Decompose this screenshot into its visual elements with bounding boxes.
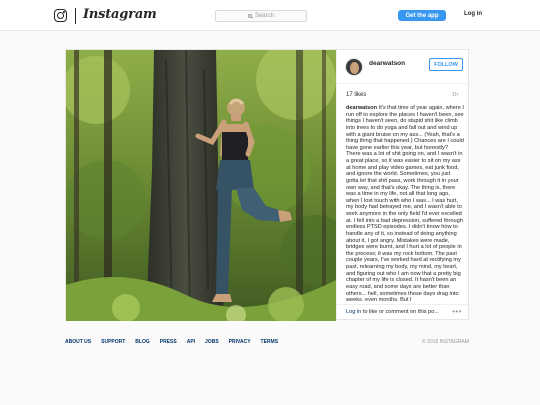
post-caption: dearwatson It's that time of year again,… xyxy=(346,105,464,301)
post-username[interactable]: dearwatson xyxy=(369,60,405,67)
follow-button[interactable]: FOLLOW xyxy=(429,58,463,71)
footer-link-blog[interactable]: BLOG xyxy=(135,339,149,345)
forest-yoga-photo xyxy=(66,50,336,321)
footer-link-about-us[interactable]: ABOUT US xyxy=(65,339,91,345)
footer-link-api[interactable]: API xyxy=(187,339,195,345)
caption-username[interactable]: dearwatson xyxy=(346,105,377,111)
footer-link-privacy[interactable]: PRIVACY xyxy=(229,339,251,345)
login-prompt: Log in to like or comment on this po... xyxy=(346,309,439,315)
footer-link-terms[interactable]: TERMS xyxy=(261,339,279,345)
likes-count[interactable]: 17 likes xyxy=(346,92,366,98)
post-card: dearwatson FOLLOW 17 likes 1h dearwatson… xyxy=(65,49,470,321)
footer-divider xyxy=(337,304,470,305)
log-in-link[interactable]: Log in xyxy=(464,11,482,17)
top-navigation-bar: Instagram Search Get the app Log in xyxy=(0,0,540,31)
more-options-icon[interactable]: ••• xyxy=(452,307,462,316)
login-prompt-text: to like or comment on this po... xyxy=(361,309,439,315)
caption-text: It's that time of year again, where I ru… xyxy=(346,105,464,301)
footer-link-jobs[interactable]: JOBS xyxy=(205,339,219,345)
user-avatar[interactable] xyxy=(345,58,363,76)
footer-link-support[interactable]: SUPPORT xyxy=(101,339,125,345)
post-photo[interactable] xyxy=(66,50,336,321)
footer-links: ABOUT US SUPPORT BLOG PRESS API JOBS PRI… xyxy=(65,339,278,345)
instagram-camera-icon[interactable] xyxy=(54,9,67,22)
header-divider xyxy=(337,83,470,84)
search-placeholder: Search xyxy=(254,13,274,19)
get-the-app-button[interactable]: Get the app xyxy=(398,10,446,21)
logo-divider xyxy=(75,8,76,24)
instagram-wordmark[interactable]: Instagram xyxy=(83,7,157,22)
footer-link-press[interactable]: PRESS xyxy=(160,339,177,345)
search-icon xyxy=(247,14,252,18)
copyright-text: © 2018 INSTAGRAM xyxy=(422,339,469,345)
post-time[interactable]: 1h xyxy=(452,92,458,98)
search-input[interactable]: Search xyxy=(215,10,307,22)
login-to-comment-link[interactable]: Log in xyxy=(346,309,361,315)
post-details-panel: dearwatson FOLLOW 17 likes 1h dearwatson… xyxy=(336,50,470,321)
